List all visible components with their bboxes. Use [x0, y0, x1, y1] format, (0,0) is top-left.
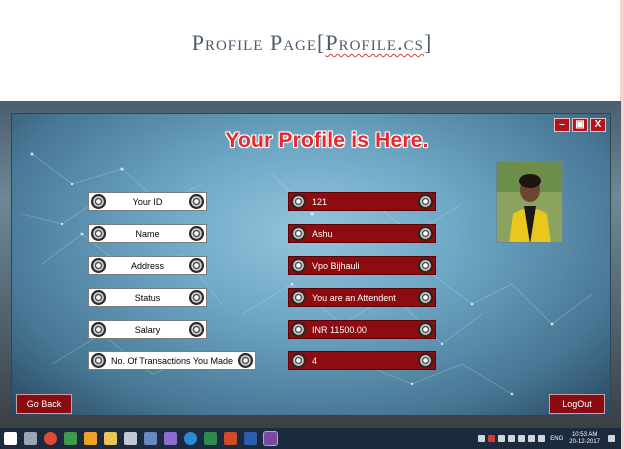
label-status: Status — [88, 288, 207, 307]
gear-icon — [291, 322, 306, 337]
logout-button[interactable]: LogOut — [549, 394, 605, 414]
chrome-icon[interactable] — [43, 432, 57, 445]
gear-icon — [291, 194, 306, 209]
minimize-button[interactable]: – — [554, 118, 570, 132]
tools-icon[interactable] — [123, 432, 137, 445]
bluetooth-icon[interactable] — [508, 435, 516, 442]
gear-icon — [291, 290, 306, 305]
network-icon[interactable] — [498, 435, 506, 442]
slide-title: Profile Page[Profile.cs] — [0, 30, 624, 56]
page-title: Your Profile is Here. — [225, 129, 429, 152]
chevron-up-icon[interactable] — [478, 435, 486, 442]
label-address: Address — [88, 256, 207, 275]
value-address: Vpo Bijhauli — [288, 256, 436, 275]
person-image — [497, 162, 562, 242]
label-your-id: Your ID — [88, 192, 207, 211]
visual-studio-icon[interactable] — [262, 431, 278, 446]
slide-title-link: Profile.cs — [325, 30, 424, 55]
value-name: Ashu — [288, 224, 436, 243]
app-icon[interactable] — [143, 432, 157, 445]
gear-icon — [189, 258, 204, 273]
gear-icon — [91, 353, 106, 368]
slide-title-suffix: ] — [423, 30, 433, 55]
word-icon[interactable] — [243, 432, 257, 445]
gear-icon — [91, 258, 106, 273]
gear-icon — [418, 194, 433, 209]
profile-photo — [496, 161, 563, 243]
screenshot: – ▣ X Your Profile is Here. Your ID 121 … — [0, 101, 621, 428]
value-transactions: 4 — [288, 351, 436, 370]
gear-icon — [189, 290, 204, 305]
file-icon[interactable] — [63, 432, 77, 445]
value-salary: INR 11500.00 — [288, 320, 436, 339]
gear-icon — [418, 290, 433, 305]
gear-icon — [91, 322, 106, 337]
gear-icon — [291, 353, 306, 368]
value-status: You are an Attendent — [288, 288, 436, 307]
gear-icon — [189, 194, 204, 209]
clock-date: 20-12-2017 — [569, 438, 600, 445]
clock[interactable]: 10:53 AM 20-12-2017 — [569, 432, 600, 446]
edge-icon[interactable] — [183, 432, 197, 445]
volume-icon[interactable] — [528, 435, 536, 442]
go-back-button[interactable]: Go Back — [16, 394, 72, 414]
gear-icon — [91, 290, 106, 305]
language-indicator[interactable]: ENG — [550, 436, 563, 442]
powerpoint-icon[interactable] — [223, 432, 237, 445]
gear-icon — [291, 226, 306, 241]
taskbar: ENG 10:53 AM 20-12-2017 — [0, 428, 621, 449]
antivirus-icon[interactable] — [488, 435, 496, 442]
gear-icon — [91, 226, 106, 241]
profile-window: – ▣ X Your Profile is Here. Your ID 121 … — [11, 113, 611, 416]
gear-icon — [91, 194, 106, 209]
excel-icon[interactable] — [203, 432, 217, 445]
battery-icon[interactable] — [518, 435, 526, 442]
keyboard-icon[interactable] — [538, 435, 546, 442]
gear-icon — [189, 226, 204, 241]
gear-icon — [291, 258, 306, 273]
folder-icon[interactable] — [103, 432, 117, 445]
link-icon[interactable] — [163, 432, 177, 445]
gear-icon — [418, 322, 433, 337]
slide-title-prefix: Profile Page[ — [191, 30, 326, 55]
notifications-icon[interactable] — [608, 435, 615, 442]
slide: Profile Page[Profile.cs] – ▣ X Your Prof… — [0, 0, 624, 449]
windows-icon[interactable] — [3, 432, 17, 445]
gear-icon — [418, 353, 433, 368]
close-button[interactable]: X — [590, 118, 606, 132]
window-controls: – ▣ X — [554, 118, 606, 132]
label-name: Name — [88, 224, 207, 243]
gear-icon — [418, 226, 433, 241]
gear-icon — [238, 353, 253, 368]
clock-time: 10:53 AM — [571, 431, 598, 438]
store-icon[interactable] — [83, 432, 97, 445]
label-transactions: No. Of Transactions You Made — [88, 351, 256, 370]
value-your-id: 121 — [288, 192, 436, 211]
task-view-icon[interactable] — [23, 432, 37, 445]
gear-icon — [189, 322, 204, 337]
label-salary: Salary — [88, 320, 207, 339]
system-tray: ENG 10:53 AM 20-12-2017 — [478, 428, 621, 449]
gear-icon — [418, 258, 433, 273]
maximize-button[interactable]: ▣ — [572, 118, 588, 132]
